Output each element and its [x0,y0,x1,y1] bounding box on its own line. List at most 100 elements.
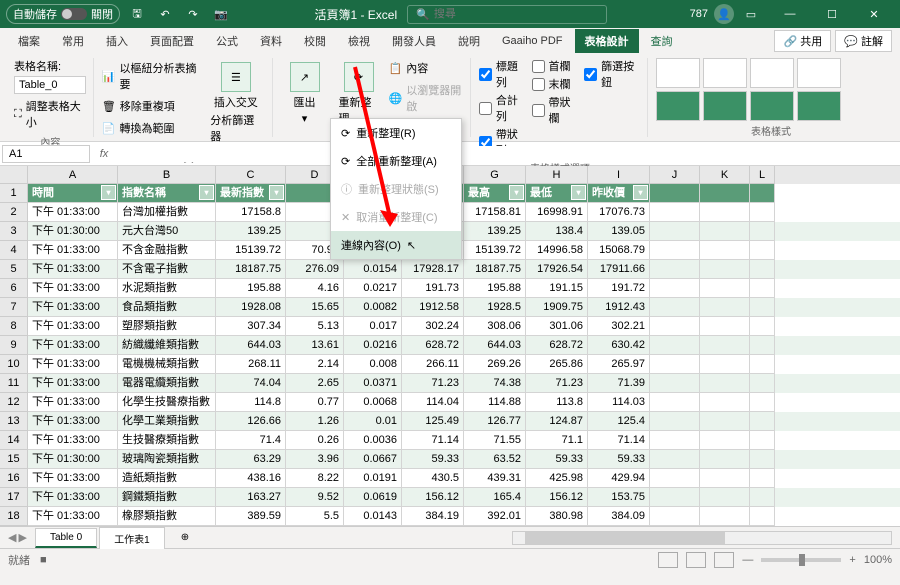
insert-slicer-button[interactable]: ☰ 插入交叉分析篩選器 [206,58,265,148]
cell[interactable] [700,298,750,317]
style-item[interactable] [797,58,841,88]
cell[interactable]: 114.04 [402,393,464,412]
table-header-cell[interactable]: 昨收價▾ [588,184,650,203]
cell[interactable]: 化學工業類指數 [118,412,216,431]
cell[interactable]: 59.33 [588,450,650,469]
last-col-check[interactable]: 末欄 [532,76,579,92]
cell[interactable]: 17928.17 [402,260,464,279]
row-header[interactable]: 15 [0,450,28,469]
cell[interactable]: 113.8 [526,393,588,412]
cell[interactable]: 425.98 [526,469,588,488]
cell[interactable]: 1928.08 [216,298,286,317]
total-row-check[interactable]: 合計列 [479,92,526,124]
cell[interactable] [700,317,750,336]
row-header[interactable]: 7 [0,298,28,317]
table-header-cell[interactable]: 最高▾ [464,184,526,203]
row-header[interactable]: 18 [0,507,28,526]
column-header[interactable]: G [464,166,526,184]
cell[interactable]: 14996.58 [526,241,588,260]
row-header[interactable]: 14 [0,431,28,450]
cell[interactable]: 191.72 [588,279,650,298]
cell[interactable] [650,222,700,241]
cell[interactable]: 156.12 [526,488,588,507]
zoom-slider[interactable] [761,558,841,562]
cell[interactable]: 0.0191 [344,469,402,488]
fx-icon[interactable]: fx [92,148,116,160]
cell[interactable]: 電器電纜類指數 [118,374,216,393]
tab-home[interactable]: 常用 [52,29,94,53]
cell[interactable] [750,450,775,469]
cell[interactable]: 439.31 [464,469,526,488]
redo-icon[interactable]: ↷ [182,3,204,25]
search-input[interactable] [434,8,598,20]
cell[interactable] [700,241,750,260]
cell[interactable]: 139.05 [588,222,650,241]
sheet-tab[interactable]: Table 0 [35,528,97,548]
zoom-in-button[interactable]: + [849,554,855,566]
row-header[interactable]: 11 [0,374,28,393]
cell[interactable] [750,317,775,336]
cell[interactable]: 下午 01:30:00 [28,222,118,241]
cell[interactable]: 下午 01:33:00 [28,203,118,222]
cell[interactable]: 4.16 [286,279,344,298]
cell[interactable]: 302.21 [588,317,650,336]
cell[interactable]: 0.0068 [344,393,402,412]
cell[interactable]: 下午 01:33:00 [28,412,118,431]
cell[interactable] [700,203,750,222]
cell[interactable]: 126.66 [216,412,286,431]
row-header[interactable]: 9 [0,336,28,355]
cell[interactable]: 0.0667 [344,450,402,469]
sheet-tab[interactable]: 工作表1 [99,527,165,549]
cell[interactable]: 195.88 [464,279,526,298]
comments-button[interactable]: 💬 註解 [835,30,892,52]
cell[interactable]: 438.16 [216,469,286,488]
cell[interactable]: 63.29 [216,450,286,469]
cell[interactable] [700,222,750,241]
cell[interactable]: 191.73 [402,279,464,298]
cell[interactable]: 630.42 [588,336,650,355]
cell[interactable]: 430.5 [402,469,464,488]
cell[interactable]: 269.26 [464,355,526,374]
tab-gaaiho[interactable]: Gaaiho PDF [492,31,573,51]
cell[interactable]: 0.26 [286,431,344,450]
style-item[interactable] [750,91,794,121]
share-button[interactable]: 🔗 共用 [774,30,831,52]
export-button[interactable]: ↗匯出▾ [281,58,329,129]
header-row-check[interactable]: 標題列 [479,58,526,90]
cell[interactable]: 下午 01:33:00 [28,336,118,355]
style-item[interactable] [750,58,794,88]
style-item[interactable] [703,91,747,121]
banded-cols-check[interactable]: 帶狀欄 [532,94,579,126]
cell[interactable]: 造紙類指數 [118,469,216,488]
cell[interactable]: 71.14 [402,431,464,450]
cell[interactable]: 139.25 [464,222,526,241]
normal-view-button[interactable] [658,552,678,568]
cell[interactable] [700,469,750,488]
save-icon[interactable]: 🖫 [126,3,148,25]
cell[interactable] [700,412,750,431]
cell[interactable]: 265.97 [588,355,650,374]
cell[interactable] [750,279,775,298]
cell[interactable] [750,374,775,393]
cell[interactable] [650,488,700,507]
cell[interactable]: 紡織纖維類指數 [118,336,216,355]
cell[interactable]: 0.0143 [344,507,402,526]
cell[interactable]: 114.88 [464,393,526,412]
cell[interactable] [750,412,775,431]
menu-refresh-all[interactable]: ⟳ 全部重新整理(A) [331,147,461,175]
cell[interactable] [650,317,700,336]
cell[interactable]: 1912.58 [402,298,464,317]
cell[interactable] [700,488,750,507]
cell[interactable]: 下午 01:33:00 [28,469,118,488]
filter-button-check[interactable]: 篩選按鈕 [584,58,641,90]
open-browser-button[interactable]: 🌐 以瀏覽器開啟 [389,80,464,116]
tab-view[interactable]: 檢視 [338,29,380,53]
filter-icon[interactable]: ▾ [101,185,116,200]
cell[interactable]: 元大台灣50 [118,222,216,241]
style-item[interactable] [656,58,700,88]
cell[interactable]: 71.1 [526,431,588,450]
cell[interactable]: 化學生技醫療指數 [118,393,216,412]
cell[interactable] [650,431,700,450]
column-header[interactable]: L [750,166,775,184]
cell[interactable]: 156.12 [402,488,464,507]
